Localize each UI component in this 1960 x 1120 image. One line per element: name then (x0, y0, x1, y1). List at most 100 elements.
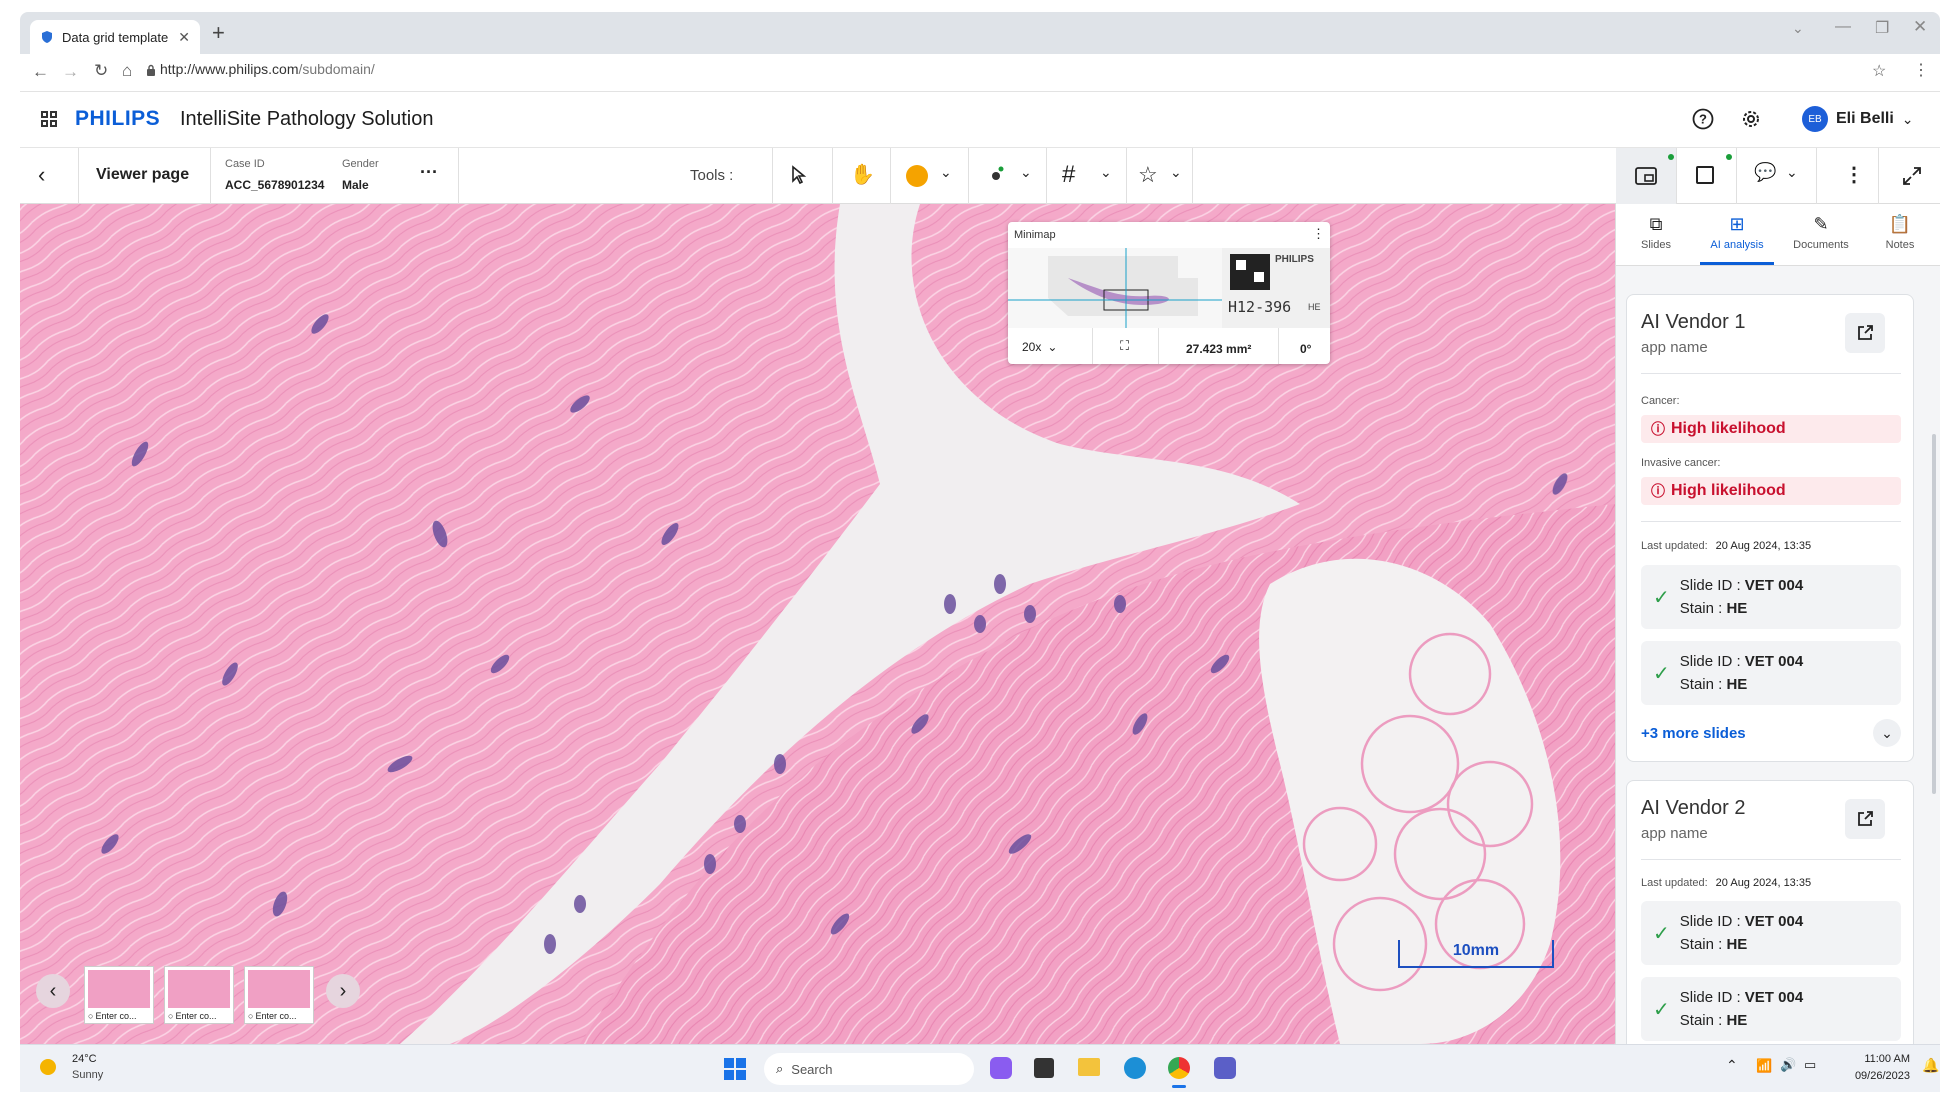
home-icon[interactable]: ⌂ (122, 61, 132, 81)
reload-icon[interactable]: ↻ (94, 61, 108, 81)
new-tab-icon[interactable]: + (212, 20, 225, 46)
restore-icon[interactable]: ❐ (1875, 18, 1889, 38)
kebab-menu-icon[interactable]: ⋮ (1844, 162, 1864, 187)
comment-chevron-icon[interactable]: ⌄ (1786, 164, 1798, 181)
thumbnail-1[interactable]: ○ Enter co... (84, 966, 154, 1024)
comment-icon[interactable]: 💬 (1754, 162, 1776, 183)
copilot-icon[interactable] (990, 1057, 1012, 1079)
more-options-icon[interactable]: ··· (420, 162, 438, 183)
thumb-next-button[interactable]: › (326, 974, 360, 1008)
color-chevron-icon[interactable]: ⌄ (940, 164, 952, 181)
tab-ai-analysis[interactable]: ⊞ AI analysis (1700, 214, 1774, 251)
thumb-radio-icon[interactable]: ○ (248, 1011, 253, 1021)
volume-icon[interactable]: 🔊 (1780, 1057, 1796, 1073)
check-circle-icon: ✓ (1653, 662, 1670, 685)
thumb-radio-icon[interactable]: ○ (88, 1011, 93, 1021)
thumbnail-2[interactable]: ○ Enter co... (164, 966, 234, 1024)
minimap-thumbnail[interactable]: PHILIPS H12-396 HE (1008, 248, 1330, 328)
tab-notes[interactable]: 📋 Notes (1870, 214, 1930, 251)
settings-gear-icon[interactable] (1740, 108, 1762, 130)
search-icon: ⌕ (776, 1061, 784, 1076)
minimap-zoom-value: 20x (1022, 340, 1042, 354)
browser-tab[interactable]: Data grid template ✕ (30, 20, 200, 54)
stain-value: HE (1726, 1012, 1748, 1029)
minimap-panel[interactable]: Minimap ⋮ PHILIPS H12-396 HE 20x ⌄ ⛶ 27.… (1008, 222, 1330, 364)
open-external-icon[interactable] (1845, 799, 1885, 839)
last-updated-label: Last updated: (1641, 540, 1708, 552)
fullscreen-expand-icon[interactable] (1902, 166, 1922, 186)
file-explorer-icon[interactable] (1078, 1058, 1100, 1076)
active-app-indicator (1172, 1085, 1186, 1088)
back-chevron-icon[interactable]: ‹ (38, 162, 45, 188)
forward-arrow-icon[interactable]: → (62, 62, 79, 82)
edge-browser-icon[interactable] (1124, 1057, 1146, 1079)
weather-sun-icon[interactable] (40, 1059, 56, 1075)
check-circle-icon: ✓ (1653, 586, 1670, 609)
back-arrow-icon[interactable]: ← (32, 62, 49, 82)
notification-bell-icon[interactable]: 🔔 (1922, 1057, 1939, 1074)
tray-chevron-icon[interactable]: ⌃ (1726, 1057, 1738, 1074)
grid-hash-icon[interactable]: # (1062, 161, 1075, 189)
tab-documents[interactable]: ✎ Documents (1784, 214, 1858, 251)
thumb-prev-button[interactable]: ‹ (36, 974, 70, 1008)
minimap-zoom-select[interactable]: 20x ⌄ (1022, 340, 1057, 354)
thumb-label: Enter co... (175, 1011, 217, 1021)
windows-start-icon[interactable] (724, 1058, 746, 1080)
app-grid-icon[interactable] (40, 110, 58, 128)
slide-result-item[interactable]: ✓ Slide ID : VET 004 Stain : HE (1641, 977, 1901, 1041)
star-chevron-icon[interactable]: ⌄ (1170, 164, 1182, 181)
layout-split-icon[interactable] (1635, 167, 1657, 185)
paperclip-icon: ✎ (1813, 214, 1829, 234)
alert-icon: ⓘ (1651, 483, 1665, 499)
invasive-risk-value: High likelihood (1671, 482, 1786, 499)
clock-date[interactable]: 09/26/2023 (1840, 1070, 1910, 1082)
panel-scrollbar[interactable] (1932, 434, 1936, 794)
wifi-icon[interactable]: 📶 (1756, 1058, 1772, 1074)
slide-result-item[interactable]: ✓ Slide ID : VET 004 Stain : HE (1641, 565, 1901, 629)
cancer-risk-badge: ⓘ High likelihood (1641, 415, 1901, 443)
single-view-icon[interactable] (1696, 166, 1714, 184)
slide-viewer[interactable]: Minimap ⋮ PHILIPS H12-396 HE 20x ⌄ ⛶ 27.… (20, 204, 1615, 1044)
close-window-icon[interactable]: ✕ (1913, 17, 1927, 37)
case-id-label: Case ID (225, 158, 265, 170)
thumbnail-3[interactable]: ○ Enter co... (244, 966, 314, 1024)
page-title: Viewer page (96, 166, 190, 183)
more-slides-link[interactable]: +3 more slides (1641, 725, 1746, 742)
stain-label: Stain : (1679, 936, 1723, 953)
minimize-icon[interactable]: — (1835, 18, 1851, 36)
annotation-chevron-icon[interactable]: ⌄ (1020, 164, 1032, 181)
pointer-tool-icon[interactable] (791, 165, 807, 185)
hand-pan-tool-icon[interactable]: ✋ (850, 162, 875, 187)
tissue-image[interactable] (20, 204, 1615, 1044)
browser-menu-icon[interactable]: ⋮ (1913, 60, 1929, 80)
teams-icon[interactable] (1214, 1057, 1236, 1079)
open-external-icon[interactable] (1845, 313, 1885, 353)
slide-result-item[interactable]: ✓ Slide ID : VET 004 Stain : HE (1641, 901, 1901, 965)
color-picker-icon[interactable] (906, 165, 928, 187)
favorite-star-icon[interactable]: ☆ (1138, 162, 1158, 188)
expand-chevron-icon[interactable]: ⌄ (1873, 719, 1901, 747)
alert-icon: ⓘ (1651, 421, 1665, 437)
lock-icon (146, 64, 156, 82)
taskbar-search[interactable]: ⌕ Search (764, 1053, 974, 1085)
task-view-icon[interactable] (1034, 1058, 1054, 1078)
help-icon[interactable]: ? (1692, 108, 1714, 130)
chrome-browser-icon[interactable] (1168, 1057, 1190, 1079)
slide-label-brand: PHILIPS (1275, 254, 1314, 265)
slide-result-item[interactable]: ✓ Slide ID : VET 004 Stain : HE (1641, 641, 1901, 705)
thumb-radio-icon[interactable]: ○ (168, 1011, 173, 1021)
url-field[interactable]: http://www.philips.com/subdomain/ (160, 61, 375, 77)
battery-icon[interactable]: ▭ (1804, 1057, 1816, 1073)
chip-icon: ⊞ (1729, 214, 1745, 234)
minimap-fit-icon[interactable]: ⛶ (1120, 338, 1129, 354)
annotation-point-icon[interactable] (988, 166, 1006, 184)
user-menu[interactable]: EB Eli Belli ⌄ (1802, 106, 1914, 132)
tab-slides[interactable]: ⧉ Slides (1626, 214, 1686, 251)
bookmark-star-icon[interactable]: ☆ (1872, 61, 1886, 81)
clock-time[interactable]: 11:00 AM (1840, 1053, 1910, 1065)
tab-close-icon[interactable]: ✕ (178, 29, 190, 46)
grid-chevron-icon[interactable]: ⌄ (1100, 164, 1112, 181)
minimap-menu-icon[interactable]: ⋮ (1312, 226, 1325, 242)
tab-list-chevron-icon[interactable]: ⌄ (1792, 20, 1804, 37)
app-header: PHILIPS IntelliSite Pathology Solution ?… (20, 92, 1940, 148)
